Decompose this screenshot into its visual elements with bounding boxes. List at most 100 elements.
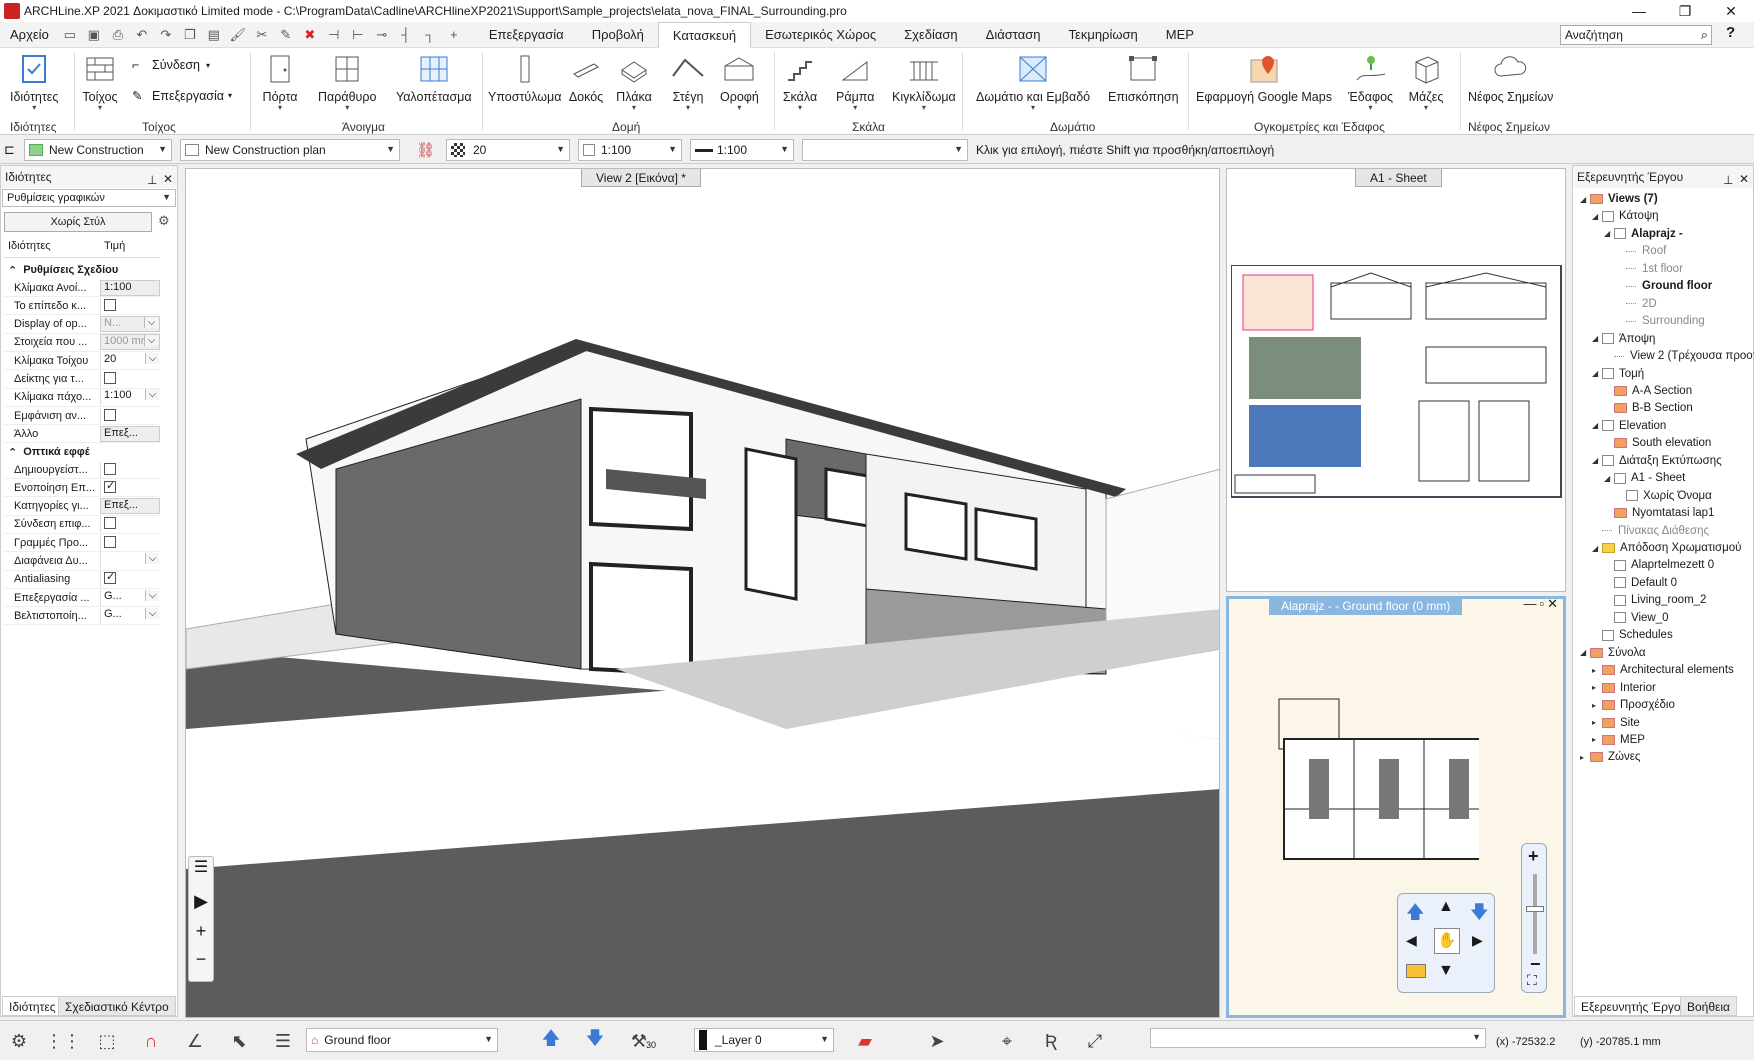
property-value[interactable]: ⌵ <box>100 553 160 569</box>
zoom-slider[interactable]: + − ⛶ <box>1521 843 1547 993</box>
property-row[interactable]: Άλλο Επεξ... <box>4 425 160 444</box>
pan-right-icon[interactable]: ▶ <box>1472 932 1483 949</box>
checkbox[interactable] <box>104 535 116 548</box>
slab-button[interactable]: Πλάκα ▾ <box>616 48 652 112</box>
checkbox[interactable] <box>104 408 116 421</box>
close-window-button[interactable]: ✕ <box>1708 0 1754 22</box>
point-icon[interactable]: + <box>443 25 465 45</box>
tree-item[interactable]: B-B Section <box>1604 402 1693 414</box>
empty-select[interactable]: ▼ <box>802 139 968 161</box>
expand-toggle-icon[interactable]: ▸ <box>1580 753 1590 762</box>
no-style-button[interactable]: Χωρίς Στύλ <box>4 212 152 232</box>
tab-properties[interactable]: Ιδιότητες <box>2 996 63 1016</box>
ramp-button[interactable]: Ράμπα ▾ <box>836 48 874 112</box>
tab-mep[interactable]: MEP <box>1152 22 1208 48</box>
list-icon[interactable]: ☰ <box>268 1026 298 1056</box>
tree-item[interactable]: Living_room_2 <box>1604 594 1706 606</box>
checkbox[interactable] <box>104 298 116 311</box>
property-row[interactable]: Κλίμακα Ανοί... 1:100 <box>4 279 160 297</box>
corner-icon[interactable]: ┐ <box>419 25 441 45</box>
tree-item[interactable]: ◢ Elevation <box>1592 420 1666 432</box>
section-visual-effects[interactable]: ⌃ Οπτικά εφφέ <box>4 443 160 461</box>
expand-toggle-icon[interactable]: ◢ <box>1604 229 1614 238</box>
trim-icon[interactable]: ⊣ <box>323 25 345 45</box>
tree-item[interactable]: ◢ A1 - Sheet <box>1604 472 1685 484</box>
floor-down-icon[interactable]: 🡇 <box>1470 900 1489 930</box>
tree-item[interactable]: ◢ Απόδοση Χρωματισμού <box>1592 542 1741 554</box>
property-value[interactable]: N... ⌵ <box>100 316 160 333</box>
expand-toggle-icon[interactable]: ◢ <box>1580 195 1590 204</box>
property-value[interactable]: Επεξ... <box>100 498 160 515</box>
expand-toggle-icon[interactable]: ◢ <box>1580 648 1590 657</box>
tree-item[interactable]: ◢ Alaprajz - <box>1604 228 1683 240</box>
close-panel-icon[interactable]: ✕ <box>163 168 173 190</box>
property-row[interactable]: Το επίπεδο κ... <box>4 297 160 316</box>
roof-button[interactable]: Στέγη ▾ <box>670 48 706 112</box>
tree-item[interactable]: ◢ Κάτοψη <box>1592 210 1659 222</box>
property-row[interactable]: Κλίμακα πάχο... 1:100 ⌵ <box>4 389 160 407</box>
help-icon[interactable]: ? <box>1726 24 1735 41</box>
restore-button[interactable]: ❐ <box>1662 0 1708 22</box>
navigate-icon[interactable]: ➤ <box>922 1026 952 1056</box>
tree-item[interactable]: Χωρίς Όνομα <box>1616 490 1712 502</box>
property-row[interactable]: Στοιχεία που ... 1000 mm ⌵ <box>4 334 160 352</box>
tab-edit[interactable]: Επεξεργασία <box>475 22 578 48</box>
tree-item[interactable]: ◢ Τομή <box>1592 368 1644 380</box>
expand-toggle-icon[interactable]: ◢ <box>1604 474 1614 483</box>
tab-construction[interactable]: Κατασκευή <box>657 21 752 48</box>
ceiling-button[interactable]: Οροφή ▾ <box>720 48 759 112</box>
dropdown-arrow-icon[interactable]: ⌵ <box>144 335 158 347</box>
checkbox[interactable] <box>104 480 116 493</box>
property-checkbox[interactable] <box>100 516 160 533</box>
tab-documentation[interactable]: Τεκμηρίωση <box>1055 22 1152 48</box>
expand-toggle-icon[interactable]: ◢ <box>1592 421 1602 430</box>
list-icon[interactable]: ☰ <box>189 857 213 885</box>
section-drawing-settings[interactable]: ⌃ Ρυθμίσεις Σχεδίου <box>4 261 160 279</box>
property-row[interactable]: Antialiasing <box>4 571 160 589</box>
paste-icon[interactable]: ▤ <box>203 25 225 45</box>
tree-item[interactable]: Nyomtatasi lap1 <box>1604 507 1714 519</box>
property-row[interactable]: Διαφάνεια Δυ... ⌵ <box>4 553 160 571</box>
room-area-button[interactable]: Δωμάτιο και Εμβαδό ▾ <box>976 48 1090 112</box>
search-input[interactable]: Αναζήτηση ⌕ <box>1560 25 1712 45</box>
property-value[interactable]: 1:100 ⌵ <box>100 389 160 406</box>
open-folder-icon[interactable]: ▭ <box>59 25 81 45</box>
property-row[interactable]: Επεξεργασία ... G... ⌵ <box>4 589 160 608</box>
wall-button[interactable]: Τοίχος ▾ <box>82 48 118 112</box>
property-value[interactable]: G... ⌵ <box>100 607 160 624</box>
checkbox[interactable] <box>104 372 116 384</box>
join-button[interactable]: ⌐ Σύνδεση ▾ <box>132 58 210 72</box>
floor-select[interactable]: ⌂ Ground floor ▼ <box>306 1028 498 1052</box>
tab-design-center[interactable]: Σχεδιαστικό Κέντρο <box>58 996 176 1016</box>
column-button[interactable]: Υποστύλωμα <box>488 48 561 104</box>
dropdown-arrow-icon[interactable]: ⌵ <box>145 553 159 564</box>
brush-icon[interactable]: 🖌 <box>227 25 249 45</box>
close-panel-icon[interactable]: ✕ <box>1739 168 1749 190</box>
plan-select[interactable]: New Construction plan ▼ <box>180 139 400 161</box>
expand-toggle-icon[interactable]: ◢ <box>1592 212 1602 221</box>
overview-button[interactable]: Επισκόπηση <box>1108 48 1179 104</box>
tree-item[interactable]: Schedules <box>1592 629 1673 641</box>
property-row[interactable]: Σύνδεση επιφ... <box>4 516 160 534</box>
save-icon[interactable]: ▣ <box>83 25 105 45</box>
grid-icon[interactable]: ⋮⋮ <box>45 1026 81 1056</box>
google-maps-button[interactable]: Εφαρμογή Google Maps <box>1196 48 1332 104</box>
phase-select[interactable]: New Construction ▼ <box>24 139 172 161</box>
plan-window-controls[interactable]: —▫✕ <box>1523 596 1561 612</box>
layer-select[interactable]: _Layer 0 ▼ <box>694 1028 834 1052</box>
property-row[interactable]: Δείκτης για τ... <box>4 371 160 389</box>
tree-item[interactable]: ▸ Architectural elements <box>1592 664 1734 676</box>
tree-item[interactable]: 1st floor <box>1616 263 1683 275</box>
property-row[interactable]: Δημιουργείστ... <box>4 461 160 479</box>
print-icon[interactable]: ⎙ <box>107 25 129 45</box>
view3d-tab[interactable]: View 2 [Εικόνα] * <box>581 169 701 187</box>
command-input[interactable]: ▼ <box>1150 1028 1486 1048</box>
property-row[interactable]: Βελτιστοποίη... G... ⌵ <box>4 607 160 626</box>
tree-item[interactable]: Alaprtelmezett 0 <box>1604 559 1714 571</box>
terrain-button[interactable]: Έδαφος ▾ <box>1348 48 1393 112</box>
window-button[interactable]: Παράθυρο ▾ <box>318 48 376 112</box>
viewport-3d[interactable]: View 2 [Εικόνα] * <box>185 168 1220 1018</box>
zoom-extents-icon[interactable]: ⛶ <box>1527 972 1537 989</box>
property-value[interactable]: G... ⌵ <box>100 589 160 606</box>
plan-view-tab[interactable]: Alaprajz - - Ground floor (0 mm) <box>1269 597 1463 615</box>
